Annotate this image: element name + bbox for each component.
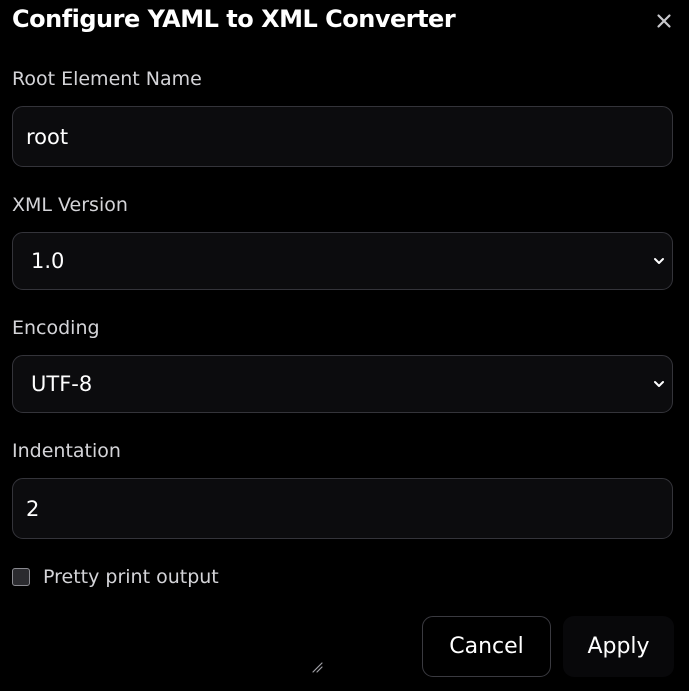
- encoding-select[interactable]: UTF-8: [12, 355, 673, 413]
- xml-version-select[interactable]: 1.0: [12, 232, 673, 290]
- resize-handle-icon[interactable]: [312, 662, 323, 673]
- encoding-value: UTF-8: [31, 372, 93, 396]
- cancel-button[interactable]: Cancel: [422, 616, 551, 677]
- pretty-print-checkbox[interactable]: [12, 568, 30, 586]
- dialog-title: Configure YAML to XML Converter: [12, 5, 456, 33]
- close-button[interactable]: [652, 9, 676, 33]
- xml-version-value: 1.0: [31, 249, 65, 273]
- root-element-input[interactable]: [12, 106, 673, 167]
- chevron-down-icon: [654, 258, 664, 264]
- encoding-label: Encoding: [12, 317, 100, 339]
- root-element-label: Root Element Name: [12, 68, 202, 90]
- close-icon: [657, 14, 671, 28]
- chevron-down-icon: [654, 381, 664, 387]
- indentation-input[interactable]: [12, 478, 673, 539]
- apply-button[interactable]: Apply: [563, 616, 674, 677]
- pretty-print-label[interactable]: Pretty print output: [43, 566, 219, 588]
- indentation-label: Indentation: [12, 440, 121, 462]
- xml-version-label: XML Version: [12, 194, 128, 216]
